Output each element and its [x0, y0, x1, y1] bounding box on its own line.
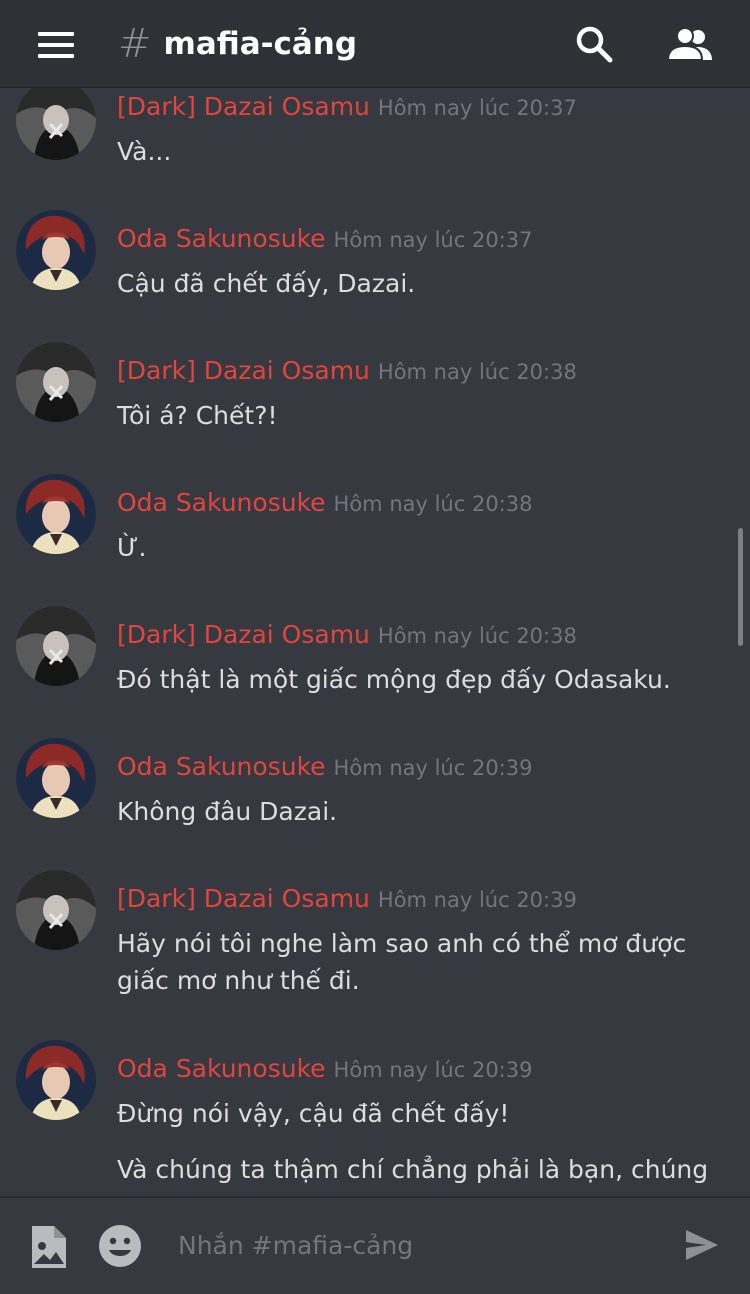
message-text: Cậu đã chết đấy, Dazai.: [117, 269, 416, 298]
channel-name: mafia-cảng: [163, 26, 358, 62]
timestamp: Hôm nay lúc 20:39: [377, 888, 577, 912]
message-composer: [0, 1196, 750, 1294]
message-header: Oda Sakunosuke Hôm nay lúc 20:39: [117, 752, 532, 781]
message-header: Oda Sakunosuke Hôm nay lúc 20:37: [117, 224, 532, 253]
author-name[interactable]: [Dark] Dazai Osamu: [117, 884, 370, 913]
message-text: Đó thật là một giấc mộng đẹp đấy Odasaku…: [117, 665, 671, 694]
message-text: Hãy nói tôi nghe làm sao anh có thể mơ đ…: [117, 929, 687, 995]
message-text: Đừng nói vậy, cậu đã chết đấy!: [117, 1099, 510, 1128]
message-header: [Dark] Dazai Osamu Hôm nay lúc 20:39: [117, 884, 577, 913]
author-name[interactable]: [Dark] Dazai Osamu: [117, 620, 370, 649]
avatar[interactable]: [16, 606, 96, 686]
avatar[interactable]: [16, 738, 96, 818]
message-header: [Dark] Dazai Osamu Hôm nay lúc 20:37: [117, 92, 577, 121]
avatar[interactable]: [16, 1040, 96, 1120]
message-input[interactable]: [178, 1224, 658, 1268]
emoji-icon[interactable]: [98, 1224, 142, 1272]
message-text: Tôi á? Chết?!: [117, 401, 278, 430]
author-name[interactable]: Oda Sakunosuke: [117, 1054, 326, 1083]
avatar[interactable]: [16, 870, 96, 950]
timestamp: Hôm nay lúc 20:39: [333, 1058, 533, 1082]
avatar[interactable]: [16, 88, 96, 160]
scrollbar[interactable]: [738, 528, 743, 646]
timestamp: Hôm nay lúc 20:38: [377, 624, 577, 648]
message-text: Và...: [117, 137, 172, 166]
author-name[interactable]: Oda Sakunosuke: [117, 224, 326, 253]
timestamp: Hôm nay lúc 20:37: [333, 228, 533, 252]
channel-header: # mafia-cảng: [0, 0, 750, 88]
message-text: Và chúng ta thậm chí chẳng phải là bạn, …: [117, 1155, 709, 1184]
search-icon[interactable]: [572, 22, 618, 68]
timestamp: Hôm nay lúc 20:38: [377, 360, 577, 384]
message-text: Ừ.: [117, 533, 147, 562]
author-name[interactable]: Oda Sakunosuke: [117, 752, 326, 781]
author-name[interactable]: Oda Sakunosuke: [117, 488, 326, 517]
message-header: [Dark] Dazai Osamu Hôm nay lúc 20:38: [117, 356, 577, 385]
author-name[interactable]: [Dark] Dazai Osamu: [117, 356, 370, 385]
avatar[interactable]: [16, 474, 96, 554]
members-icon[interactable]: [664, 22, 716, 68]
timestamp: Hôm nay lúc 20:39: [333, 756, 533, 780]
message-list[interactable]: [Dark] Dazai Osamu Hôm nay lúc 20:37 Và..…: [0, 88, 750, 1196]
send-icon[interactable]: [684, 1228, 720, 1266]
menu-icon[interactable]: [38, 32, 74, 58]
timestamp: Hôm nay lúc 20:37: [377, 96, 577, 120]
message-header: Oda Sakunosuke Hôm nay lúc 20:39: [117, 1054, 532, 1083]
channel-hash-icon: #: [118, 21, 152, 67]
message-header: [Dark] Dazai Osamu Hôm nay lúc 20:38: [117, 620, 577, 649]
channel-title: # mafia-cảng: [118, 22, 357, 66]
author-name[interactable]: [Dark] Dazai Osamu: [117, 92, 370, 121]
avatar[interactable]: [16, 342, 96, 422]
message-header: Oda Sakunosuke Hôm nay lúc 20:38: [117, 488, 532, 517]
message-text: Không đâu Dazai.: [117, 797, 338, 826]
timestamp: Hôm nay lúc 20:38: [333, 492, 533, 516]
image-icon[interactable]: [28, 1224, 68, 1274]
avatar[interactable]: [16, 210, 96, 290]
